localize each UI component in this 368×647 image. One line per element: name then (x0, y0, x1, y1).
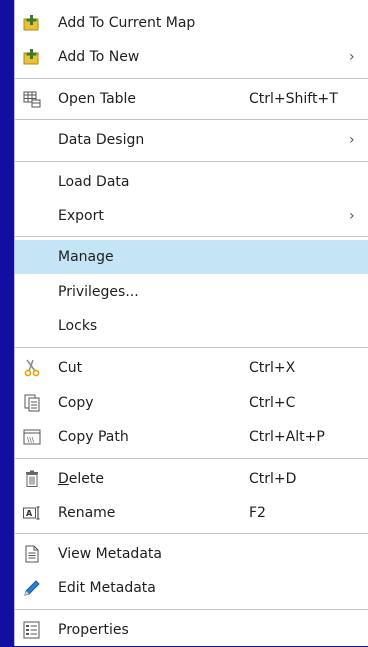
context-menu: Add To Current Map Add To New › Open Tab… (14, 0, 368, 646)
menu-item-data-design[interactable]: Data Design › (15, 123, 368, 157)
menu-separator (15, 347, 368, 348)
shortcut-label: Ctrl+Shift+T (249, 91, 338, 107)
menu-item-label: Privileges... (58, 284, 139, 300)
copy-icon (23, 394, 41, 412)
svg-text:\\\: \\\ (27, 436, 35, 444)
menu-item-label: Manage (58, 249, 114, 265)
chevron-right-icon: › (349, 132, 355, 148)
menu-separator (15, 161, 368, 162)
menu-item-edit-metadata[interactable]: Edit Metadata (15, 571, 368, 605)
menu-item-label: Open Table (58, 91, 137, 107)
menu-item-load-data[interactable]: Load Data (15, 165, 368, 199)
document-icon (23, 545, 41, 563)
menu-item-label: View Metadata (58, 546, 162, 562)
add-layer-icon (23, 48, 41, 66)
menu-item-label: Copy (58, 395, 94, 411)
menu-item-export[interactable]: Export › (15, 199, 368, 233)
menu-item-label: Properties (58, 622, 129, 638)
menu-item-label: Copy Path (58, 429, 129, 445)
menu-item-locks[interactable]: Locks (15, 309, 368, 343)
menu-item-label: Locks (58, 318, 98, 334)
menu-item-label: Load Data (58, 174, 130, 190)
menu-item-add-to-current-map[interactable]: Add To Current Map (15, 6, 368, 40)
menu-item-open-table[interactable]: Open Table Ctrl+Shift+T (15, 82, 368, 116)
menu-item-copy[interactable]: Copy Ctrl+C (15, 386, 368, 420)
svg-text:A: A (26, 509, 33, 518)
shortcut-label: Ctrl+D (249, 471, 297, 487)
scissors-icon (23, 359, 41, 377)
menu-item-view-metadata[interactable]: View Metadata (15, 537, 368, 571)
menu-item-label: Cut (58, 360, 83, 376)
shortcut-label: F2 (249, 505, 266, 521)
menu-separator (15, 609, 368, 610)
table-icon (23, 90, 41, 108)
menu-separator (15, 533, 368, 534)
trash-icon (23, 470, 41, 488)
copy-path-icon: \\\ (23, 428, 41, 446)
menu-item-manage[interactable]: Manage (15, 240, 368, 274)
properties-icon (23, 621, 41, 639)
menu-item-label: Add To Current Map (58, 15, 196, 31)
menu-item-properties[interactable]: Properties (15, 613, 368, 647)
pencil-icon (23, 579, 41, 597)
menu-item-label: Add To New (58, 49, 140, 65)
menu-item-label: Data Design (58, 132, 145, 148)
menu-item-label: Rename (58, 505, 116, 521)
chevron-right-icon: › (349, 208, 355, 224)
menu-item-delete[interactable]: Delete Ctrl+D (15, 462, 368, 496)
menu-separator (15, 78, 368, 79)
menu-item-label: Edit Metadata (58, 580, 156, 596)
menu-separator (15, 458, 368, 459)
shortcut-label: Ctrl+C (249, 395, 296, 411)
shortcut-label: Ctrl+Alt+P (249, 429, 325, 445)
menu-separator (15, 236, 368, 237)
rename-icon: A (23, 504, 41, 522)
menu-item-rename[interactable]: A Rename F2 (15, 496, 368, 530)
add-layer-icon (23, 14, 41, 32)
menu-item-label: Export (58, 208, 104, 224)
menu-item-cut[interactable]: Cut Ctrl+X (15, 351, 368, 385)
menu-item-label: Delete (58, 471, 104, 487)
menu-item-privileges[interactable]: Privileges... (15, 275, 368, 309)
shortcut-label: Ctrl+X (249, 360, 296, 376)
chevron-right-icon: › (349, 49, 355, 65)
menu-separator (15, 119, 368, 120)
menu-item-copy-path[interactable]: \\\ Copy Path Ctrl+Alt+P (15, 420, 368, 454)
menu-item-add-to-new[interactable]: Add To New › (15, 40, 368, 74)
